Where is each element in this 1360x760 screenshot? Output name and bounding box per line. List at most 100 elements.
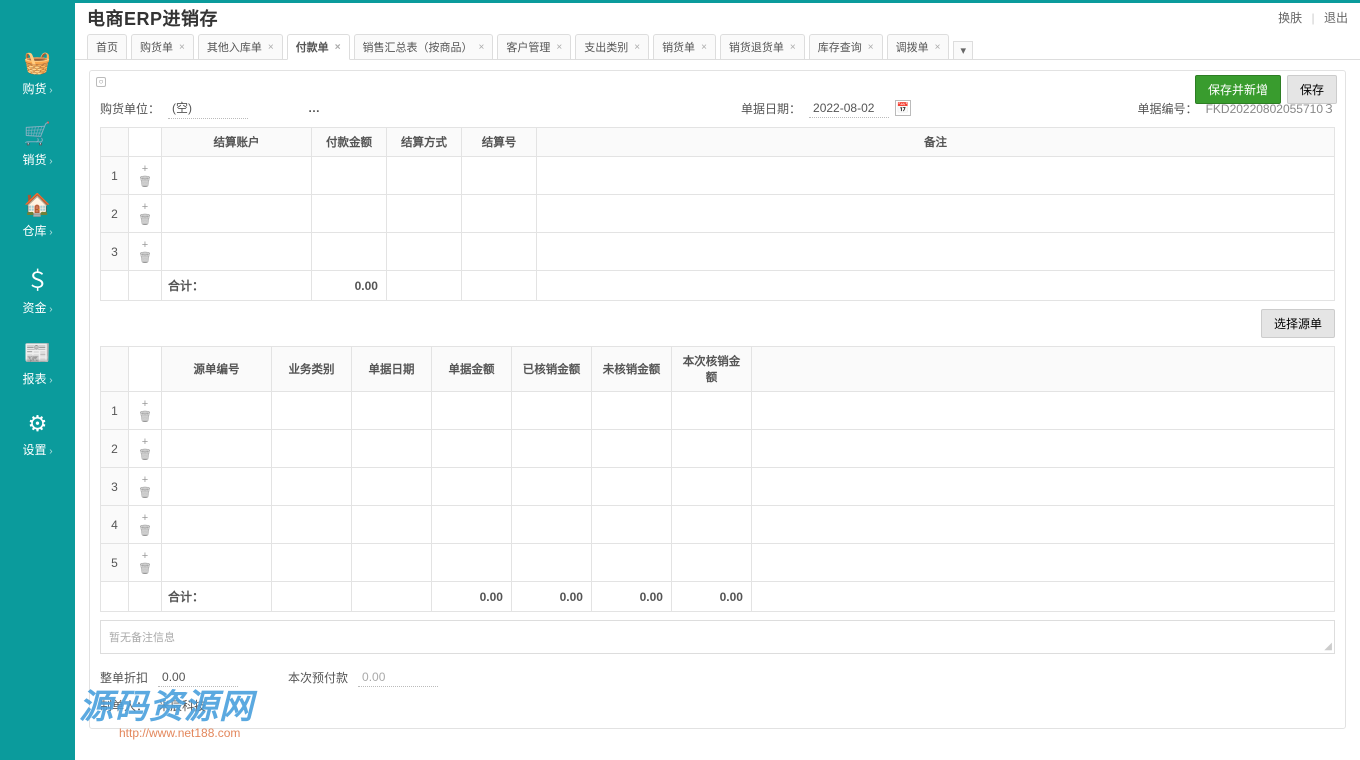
add-row-icon[interactable]: + [142,436,148,448]
cell[interactable] [271,468,351,506]
cell[interactable] [671,544,751,582]
sidebar-item-funds[interactable]: ＄资金 [0,253,75,330]
save-button[interactable]: 保存 [1287,75,1337,104]
tab[interactable]: 销货退货单× [720,34,805,59]
cell[interactable] [591,392,671,430]
cell[interactable] [386,157,461,195]
cell[interactable] [431,544,511,582]
tab[interactable]: 销售汇总表（按商品）× [354,34,494,59]
cell[interactable] [431,506,511,544]
delete-row-icon[interactable]: 🗑 [138,411,152,423]
close-icon[interactable]: × [268,42,274,53]
cell[interactable] [511,468,591,506]
cell[interactable] [461,157,536,195]
supplier-value[interactable]: (空) [168,97,248,119]
cell[interactable] [671,506,751,544]
delete-row-icon[interactable]: 🗑 [138,176,152,188]
cell[interactable] [461,195,536,233]
delete-row-icon[interactable]: 🗑 [138,563,152,575]
cell[interactable] [271,544,351,582]
cell[interactable] [351,392,431,430]
cell[interactable] [591,506,671,544]
close-icon[interactable]: × [634,42,640,53]
tab[interactable]: 购货单× [131,34,194,59]
cell[interactable] [161,468,271,506]
cell[interactable] [271,392,351,430]
cell[interactable] [311,233,386,271]
calendar-icon[interactable]: 📅 [895,100,911,116]
tab[interactable]: 调拨单× [887,34,950,59]
tab[interactable]: 首页 [87,34,127,59]
cell[interactable] [351,468,431,506]
cell[interactable] [161,430,271,468]
cell[interactable] [161,233,311,271]
sidebar-item-sales[interactable]: 🛒销货 [0,111,75,182]
close-icon[interactable]: × [179,42,185,53]
cell[interactable] [161,392,271,430]
cell[interactable] [311,157,386,195]
close-icon[interactable]: × [935,42,941,53]
switch-skin-link[interactable]: 换肤 [1278,11,1302,25]
tab[interactable]: 其他入库单× [198,34,283,59]
cell[interactable] [536,233,1334,271]
cell[interactable] [591,468,671,506]
close-icon[interactable]: × [790,42,796,53]
cell[interactable] [271,430,351,468]
tab[interactable]: 付款单× [287,34,350,60]
cell[interactable] [351,506,431,544]
sidebar-item-warehouse[interactable]: 🏠仓库 [0,182,75,253]
cell[interactable] [511,544,591,582]
cell[interactable] [431,468,511,506]
cell[interactable] [461,233,536,271]
close-icon[interactable]: × [335,42,341,53]
supplier-picker-icon[interactable]: … [308,101,321,115]
cell[interactable] [591,430,671,468]
close-icon[interactable]: × [479,42,485,53]
sidebar-item-purchase[interactable]: 🧺购货 [0,40,75,111]
cell[interactable] [511,506,591,544]
tab[interactable]: 客户管理× [497,34,571,59]
cell[interactable] [511,430,591,468]
cell[interactable] [311,195,386,233]
delete-row-icon[interactable]: 🗑 [138,252,152,264]
add-row-icon[interactable]: + [142,474,148,486]
tab[interactable]: 库存查询× [809,34,883,59]
tab[interactable]: 销货单× [653,34,716,59]
add-row-icon[interactable]: + [142,398,148,410]
cell[interactable] [351,430,431,468]
prepay-input[interactable]: 0.00 [358,668,438,687]
cell[interactable] [671,430,751,468]
tab-more-button[interactable]: ▾ [953,41,973,59]
close-icon[interactable]: × [868,42,874,53]
cell[interactable] [431,430,511,468]
delete-row-icon[interactable]: 🗑 [138,449,152,461]
cell[interactable] [671,468,751,506]
cell[interactable] [431,392,511,430]
discount-input[interactable]: 0.00 [158,668,238,687]
cell[interactable] [591,544,671,582]
select-source-button[interactable]: 选择源单 [1261,309,1335,338]
collapse-icon[interactable]: ○ [96,77,106,87]
delete-row-icon[interactable]: 🗑 [138,525,152,537]
save-and-new-button[interactable]: 保存并新增 [1195,75,1281,104]
add-row-icon[interactable]: + [142,201,148,213]
cell[interactable] [386,195,461,233]
cell[interactable] [536,157,1334,195]
cell[interactable] [536,195,1334,233]
add-row-icon[interactable]: + [142,512,148,524]
date-value[interactable]: 2022-08-02 [809,99,889,118]
add-row-icon[interactable]: + [142,239,148,251]
add-row-icon[interactable]: + [142,550,148,562]
cell[interactable] [161,195,311,233]
cell[interactable] [386,233,461,271]
cell[interactable] [671,392,751,430]
cell[interactable] [161,544,271,582]
close-icon[interactable]: × [556,42,562,53]
cell[interactable] [161,157,311,195]
sidebar-item-settings[interactable]: ⚙设置 [0,401,75,472]
cell[interactable] [161,506,271,544]
cell[interactable] [351,544,431,582]
add-row-icon[interactable]: + [142,163,148,175]
close-icon[interactable]: × [701,42,707,53]
remark-textarea[interactable]: 暂无备注信息 ◢ [100,620,1335,654]
